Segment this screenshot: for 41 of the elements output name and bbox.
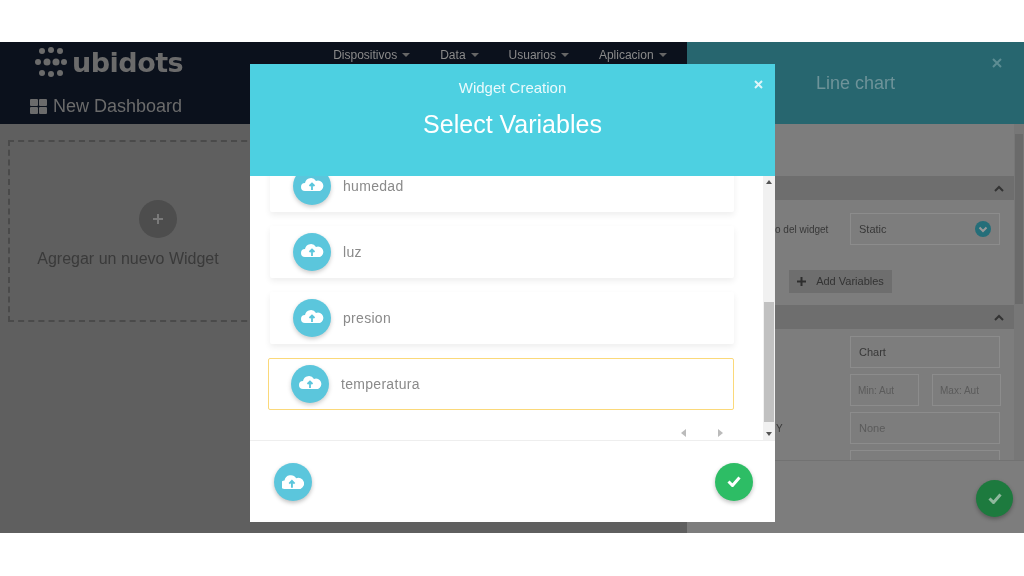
variable-item[interactable]: humedad: [270, 176, 734, 212]
upload-button[interactable]: [274, 462, 312, 501]
cloud-upload-icon: [293, 299, 331, 337]
logo-text: ubidots: [72, 46, 184, 78]
chevron-icon: [994, 184, 1004, 192]
modal-subtitle: Widget Creation: [458, 79, 567, 96]
scrollbar[interactable]: [1014, 124, 1024, 460]
variable-item[interactable]: temperatura: [268, 358, 734, 410]
cloud-upload-icon: [282, 473, 304, 490]
confirm-button[interactable]: [976, 480, 1013, 517]
title-field[interactable]: Chart: [850, 336, 1000, 368]
panel-title: Line chart: [815, 73, 896, 94]
check-icon: [727, 476, 741, 487]
check-icon: [987, 493, 1002, 504]
scroll-up-icon[interactable]: [766, 180, 772, 184]
variable-item[interactable]: presion: [270, 292, 734, 344]
field-label: Y: [776, 422, 784, 434]
modal-title: Select Variables: [423, 110, 602, 139]
close-icon[interactable]: [992, 58, 1002, 68]
variable-item[interactable]: luz: [270, 226, 734, 278]
grid-icon: [30, 99, 47, 114]
field-label: o del widget: [775, 223, 830, 235]
logo-icon: [34, 47, 68, 77]
plus-icon: [797, 276, 807, 286]
scrollbar[interactable]: [763, 176, 775, 440]
nav-menu-item[interactable]: Dispositivos: [333, 48, 411, 62]
chevron-icon: [994, 313, 1004, 321]
add-variables-button[interactable]: Add Variables: [789, 269, 892, 293]
type-select[interactable]: Static: [850, 213, 1000, 245]
cloud-upload-icon: [291, 365, 329, 403]
plus-icon: [139, 200, 177, 238]
cloud-upload-icon: [293, 176, 331, 205]
nav-menu-item[interactable]: Usuarios: [508, 48, 569, 62]
dashboard-title: New Dashboard: [53, 96, 183, 117]
nav-menu-item[interactable]: Aplicacion: [598, 48, 667, 62]
scroll-down-icon[interactable]: [766, 432, 772, 436]
cloud-upload-icon: [293, 233, 331, 271]
next-icon[interactable]: [718, 429, 723, 437]
chevron-down-icon: [975, 221, 991, 237]
confirm-button[interactable]: [715, 462, 753, 501]
nav-menu-item[interactable]: Data: [440, 48, 479, 62]
